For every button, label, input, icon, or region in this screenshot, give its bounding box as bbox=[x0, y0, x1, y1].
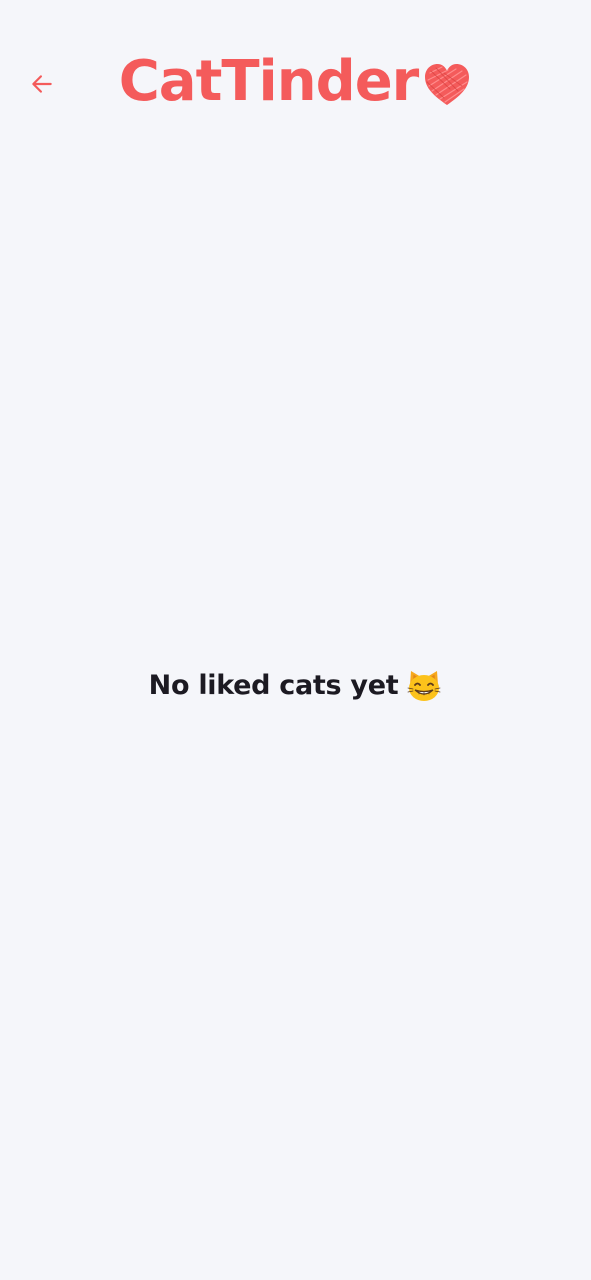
grinning-cat-emoji-icon bbox=[407, 671, 441, 701]
empty-state-message: No liked cats yet bbox=[148, 670, 399, 701]
app-screen: CatTinder No liked cats yet bbox=[0, 0, 591, 1280]
top-bar: CatTinder bbox=[0, 0, 591, 170]
empty-state: No liked cats yet bbox=[0, 666, 591, 706]
heart-icon bbox=[425, 64, 470, 105]
app-logo: CatTinder bbox=[0, 48, 591, 116]
logo-text: CatTinder bbox=[118, 49, 420, 114]
